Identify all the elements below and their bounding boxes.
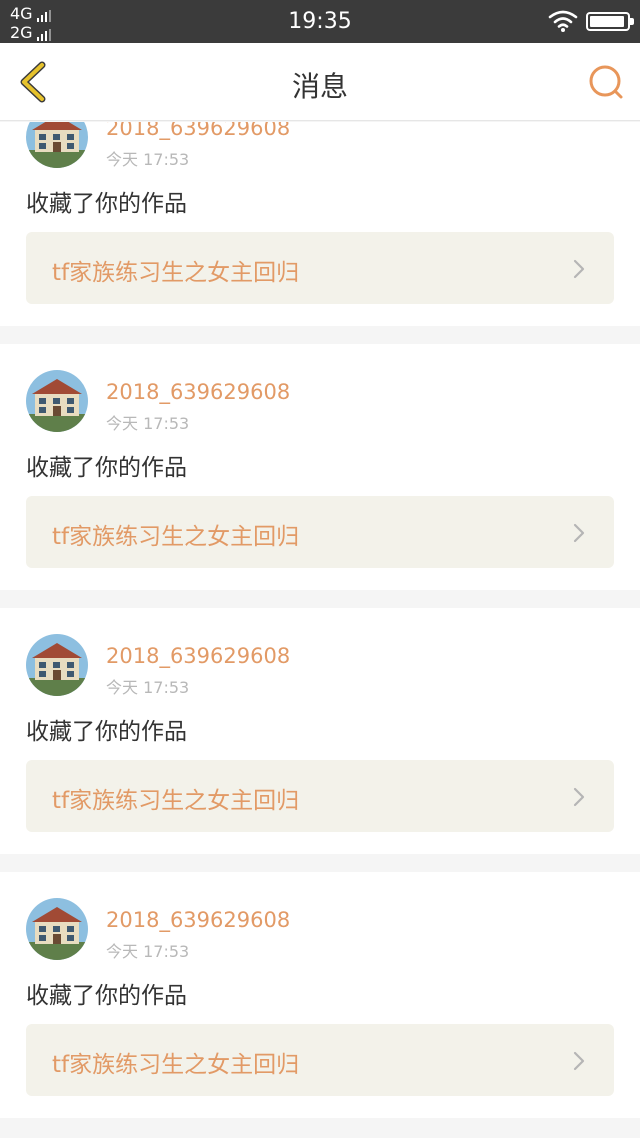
work-title: tf家族练习生之女主回归 [52, 1052, 300, 1078]
username[interactable]: 2018_639629608 [106, 644, 290, 668]
house-avatar-image [26, 898, 88, 960]
wifi-icon [548, 10, 578, 32]
chevron-right-icon [573, 523, 585, 543]
chevron-right-icon [573, 259, 585, 279]
username[interactable]: 2018_639629608 [106, 908, 290, 932]
message-card: 2018_639629608 今天 17:53 收藏了你的作品 tf家族练习生之… [0, 122, 640, 326]
nav-bar: 消息 [0, 43, 640, 121]
search-icon [589, 65, 623, 99]
message-action: 收藏了你的作品 [26, 191, 187, 217]
house-avatar-image [26, 370, 88, 432]
message-card: 2018_639629608 今天 17:53 收藏了你的作品 tf家族练习生之… [0, 608, 640, 854]
message-list[interactable]: 2018_639629608 今天 17:53 收藏了你的作品 tf家族练习生之… [0, 122, 640, 1138]
avatar[interactable] [26, 898, 88, 960]
work-link[interactable]: tf家族练习生之女主回归 [26, 760, 614, 832]
page-title: 消息 [291, 70, 348, 103]
chevron-right-icon [573, 1051, 585, 1071]
message-time: 今天 17:53 [106, 150, 190, 169]
status-time: 19:35 [288, 9, 352, 34]
status-bar: 4G 2G 19:35 [0, 0, 640, 43]
message-action: 收藏了你的作品 [26, 719, 187, 745]
battery-icon [586, 12, 634, 31]
work-link[interactable]: tf家族练习生之女主回归 [26, 1024, 614, 1096]
message-time: 今天 17:53 [106, 678, 190, 697]
avatar[interactable] [26, 122, 88, 168]
work-title: tf家族练习生之女主回归 [52, 524, 300, 550]
avatar[interactable] [26, 634, 88, 696]
work-link[interactable]: tf家族练习生之女主回归 [26, 496, 614, 568]
house-avatar-image [26, 122, 88, 168]
work-link[interactable]: tf家族练习生之女主回归 [26, 232, 614, 304]
work-title: tf家族练习生之女主回归 [52, 788, 300, 814]
message-time: 今天 17:53 [106, 942, 190, 961]
message-card: 2018_639629608 今天 17:53 收藏了你的作品 tf家族练习生之… [0, 344, 640, 590]
message-list-content: 2018_639629608 今天 17:53 收藏了你的作品 tf家族练习生之… [0, 122, 640, 1136]
work-title: tf家族练习生之女主回归 [52, 260, 300, 286]
house-avatar-image [26, 634, 88, 696]
chevron-right-icon [573, 787, 585, 807]
message-card: 2018_639629608 今天 17:53 收藏了你的作品 tf家族练习生之… [0, 872, 640, 1118]
username[interactable]: 2018_639629608 [106, 122, 290, 140]
message-action: 收藏了你的作品 [26, 455, 187, 481]
search-button[interactable] [584, 61, 628, 105]
avatar[interactable] [26, 370, 88, 432]
username[interactable]: 2018_639629608 [106, 380, 290, 404]
message-time: 今天 17:53 [106, 414, 190, 433]
message-action: 收藏了你的作品 [26, 983, 187, 1009]
